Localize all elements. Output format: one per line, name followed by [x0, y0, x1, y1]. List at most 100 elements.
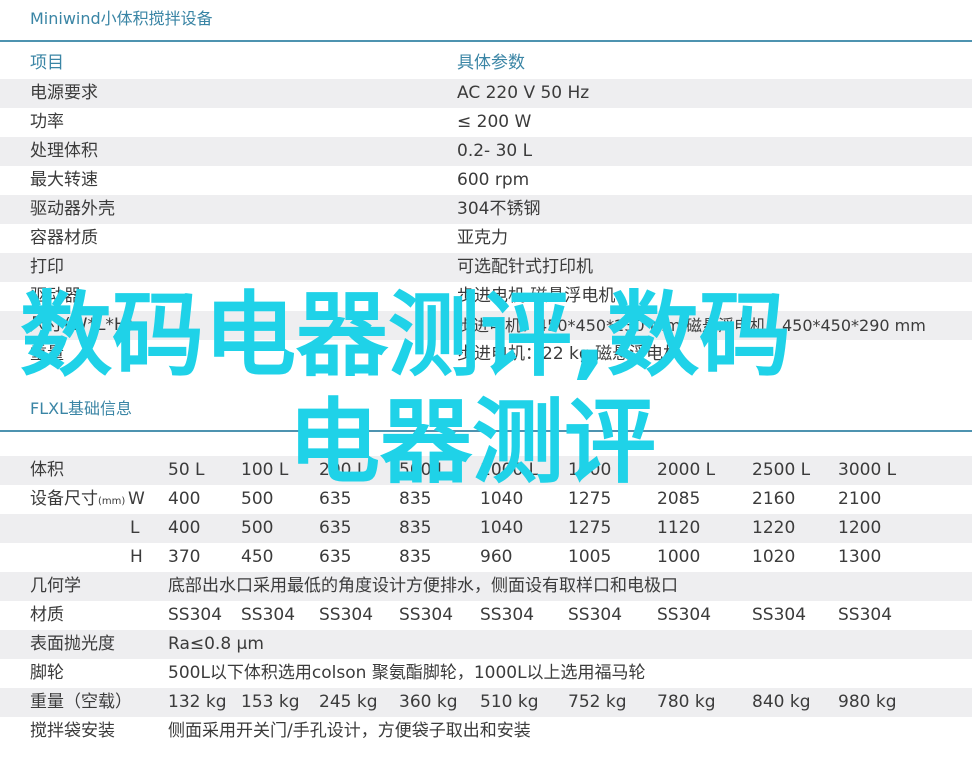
dim-cell: 835	[399, 489, 432, 509]
weight-cell: 132 kg	[168, 692, 227, 712]
weight-cell: 245 kg	[319, 692, 378, 712]
dim-cell: 2085	[657, 489, 701, 509]
axis-label: L	[130, 518, 140, 538]
polish-value: Ra≤0.8 μm	[168, 634, 264, 654]
table-row: 电源要求 AC 220 V 50 Hz	[0, 79, 972, 108]
dim-cell: 500	[241, 518, 274, 538]
dim-cell: 1005	[568, 547, 612, 567]
dim-cell: 960	[480, 547, 513, 567]
volume-cell: 1000 L	[480, 460, 539, 480]
table-row: 打印 可选配针式打印机	[0, 253, 972, 282]
row-label: 搅拌袋安装	[30, 721, 115, 741]
volume-cell: 2500 L	[752, 460, 811, 480]
flxl-section-title: FLXL基础信息	[30, 399, 132, 418]
spec-label: 电源要求	[30, 83, 98, 103]
row-label: 脚轮	[30, 663, 64, 683]
spec-label: 重量	[30, 344, 64, 364]
bag-install-value: 侧面采用开关门/手孔设计，方便袋子取出和安装	[168, 721, 531, 741]
spec-value: 步进电机：450*450*230 mm 磁悬浮电机：450*450*290 mm	[457, 316, 926, 335]
spec-value: 步进电机：22 kg 磁悬浮电机	[457, 344, 681, 364]
spec-value: AC 220 V 50 Hz	[457, 83, 590, 103]
material-cell: SS304	[168, 605, 223, 625]
material-row: 材质 SS304 SS304 SS304 SS304 SS304 SS304 S…	[0, 601, 972, 630]
spec-label: 打印	[30, 257, 64, 277]
weight-cell: 780 kg	[657, 692, 716, 712]
volume-cell: 3000 L	[838, 460, 897, 480]
geometry-row: 几何学 底部出水口采用最低的角度设计方便排水，侧面设有取样口和电极口	[0, 572, 972, 601]
dim-cell: 1120	[657, 518, 701, 538]
wheels-row: 脚轮 500L以下体积选用colson 聚氨酯脚轮，1000L以上选用福马轮	[0, 659, 972, 688]
bag-install-row: 搅拌袋安装 侧面采用开关门/手孔设计，方便袋子取出和安装	[0, 717, 972, 746]
table-row: 驱动器 步进电机 磁悬浮电机	[0, 282, 972, 311]
table-row: 最大转速 600 rpm	[0, 166, 972, 195]
miniwind-header-rule	[0, 40, 972, 42]
spec-value: 304不锈钢	[457, 199, 541, 219]
table-row: 重量 步进电机：22 kg 磁悬浮电机	[0, 340, 972, 369]
table-row: 功率 ≤ 200 W	[0, 108, 972, 137]
row-label: 重量（空载）	[30, 692, 132, 712]
dim-cell: 400	[168, 489, 201, 509]
weight-cell: 360 kg	[399, 692, 458, 712]
material-cell: SS304	[399, 605, 454, 625]
dim-cell: 1275	[568, 518, 612, 538]
dim-cell: 500	[241, 489, 274, 509]
row-label: 材质	[30, 605, 64, 625]
dim-cell: 1020	[752, 547, 796, 567]
material-cell: SS304	[319, 605, 374, 625]
dim-cell: 1220	[752, 518, 796, 538]
material-cell: SS304	[480, 605, 535, 625]
table-row: 尺寸(W*L*H) 步进电机：450*450*230 mm 磁悬浮电机：450*…	[0, 311, 972, 340]
material-cell: SS304	[568, 605, 623, 625]
wheels-value: 500L以下体积选用colson 聚氨酯脚轮，1000L以上选用福马轮	[168, 663, 646, 683]
weight-row: 重量（空载） 132 kg 153 kg 245 kg 360 kg 510 k…	[0, 688, 972, 717]
volume-cell: 100 L	[241, 460, 289, 480]
table-row: 容器材质 亚克力	[0, 224, 972, 253]
miniwind-table-header: 项目 具体参数	[0, 49, 972, 78]
dim-cell: 1040	[480, 518, 524, 538]
spec-label: 容器材质	[30, 228, 98, 248]
weight-cell: 510 kg	[480, 692, 539, 712]
material-cell: SS304	[657, 605, 712, 625]
size-row-h: H 370 450 635 835 960 1005 1000 1020 130…	[0, 543, 972, 572]
dim-cell: 635	[319, 489, 352, 509]
size-unit: (mm)	[98, 496, 126, 507]
dim-cell: 370	[168, 547, 201, 567]
miniwind-section-title: Miniwind小体积搅拌设备	[30, 9, 213, 28]
dim-cell: 835	[399, 518, 432, 538]
dim-cell: 1275	[568, 489, 612, 509]
volume-cell: 2000 L	[657, 460, 716, 480]
axis-label: H	[130, 547, 143, 567]
spec-label: 驱动器	[30, 286, 81, 306]
dim-cell: 1000	[657, 547, 701, 567]
row-label: 设备尺寸(mm)	[30, 489, 126, 509]
dim-cell: 835	[399, 547, 432, 567]
dim-cell: 400	[168, 518, 201, 538]
spec-value: 600 rpm	[457, 170, 530, 190]
volume-cell: 1500 L	[568, 460, 627, 480]
dim-cell: 635	[319, 547, 352, 567]
dim-cell: 450	[241, 547, 274, 567]
table-row: 处理体积 0.2- 30 L	[0, 137, 972, 166]
polish-row: 表面抛光度 Ra≤0.8 μm	[0, 630, 972, 659]
spec-label: 尺寸(W*L*H)	[30, 315, 134, 335]
spec-label: 处理体积	[30, 141, 98, 161]
axis-label: W	[128, 489, 145, 509]
spec-value: 0.2- 30 L	[457, 141, 533, 161]
column-header-item: 项目	[30, 53, 64, 73]
size-row-l: L 400 500 635 835 1040 1275 1120 1220 12…	[0, 514, 972, 543]
spec-label: 功率	[30, 112, 64, 132]
volume-row: 体积 50 L 100 L 200 L 500 L 1000 L 1500 L …	[0, 456, 972, 485]
row-label: 体积	[30, 460, 64, 480]
row-label: 表面抛光度	[30, 634, 115, 654]
volume-cell: 50 L	[168, 460, 205, 480]
spec-value: 亚克力	[457, 228, 508, 248]
dim-cell: 1040	[480, 489, 524, 509]
material-cell: SS304	[241, 605, 296, 625]
volume-cell: 200 L	[319, 460, 367, 480]
flxl-header-rule	[0, 430, 972, 432]
weight-cell: 980 kg	[838, 692, 897, 712]
dim-cell: 2160	[752, 489, 796, 509]
weight-cell: 153 kg	[241, 692, 300, 712]
column-header-param: 具体参数	[457, 53, 525, 73]
dim-cell: 635	[319, 518, 352, 538]
